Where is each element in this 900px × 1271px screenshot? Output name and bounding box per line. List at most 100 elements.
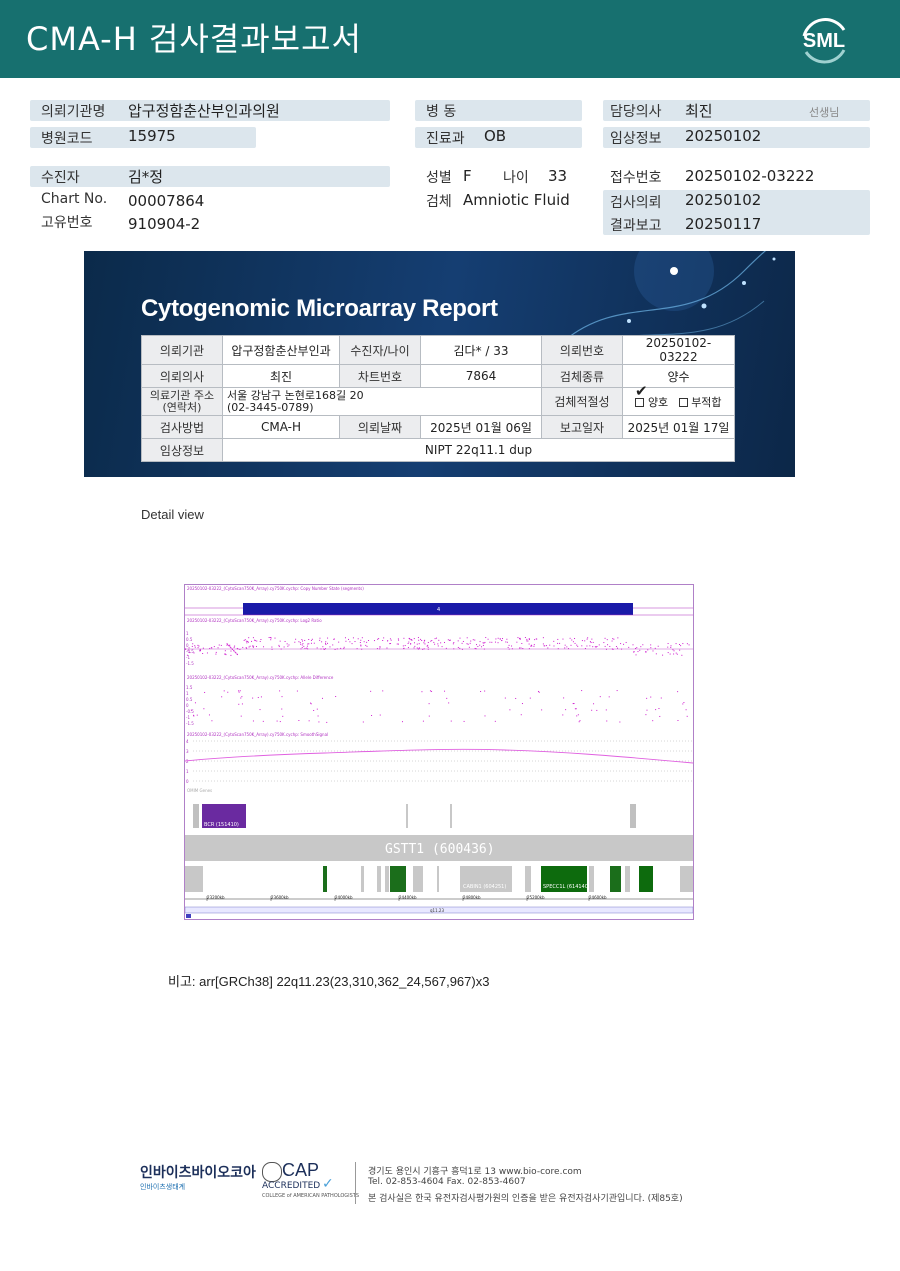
allele-point: [252, 720, 254, 722]
log2-point: [483, 642, 485, 644]
uid-value: 910904-2: [128, 215, 201, 233]
log2-point: [319, 637, 321, 639]
log2-point: [657, 645, 659, 647]
cap-seal-icon: [262, 1162, 282, 1182]
log2-point: [586, 638, 588, 640]
log2-point: [413, 642, 415, 644]
log2-point: [316, 647, 318, 649]
smooth-grid: 4 3 2 1 0: [186, 739, 693, 784]
dept-value: OB: [484, 127, 507, 145]
log2-point: [383, 637, 385, 639]
allele-point: [646, 709, 648, 711]
axis-tick-label: 1: [186, 691, 189, 696]
log2-point: [338, 641, 340, 643]
log2-point: [628, 646, 630, 648]
genomic-axis: 23200kb 23600kb 24000kb 24400kb 24800kb 25200…: [206, 895, 607, 901]
req-label: 검사의뢰: [610, 195, 662, 211]
allele-point: [575, 708, 577, 710]
axis-tick-label: -1.5: [186, 721, 194, 726]
allele-point: [318, 721, 320, 723]
log2-point: [427, 646, 429, 648]
allele-point: [446, 697, 448, 699]
allele-point: [204, 691, 206, 693]
log2-point: [479, 644, 481, 646]
log2-point: [239, 648, 241, 650]
log2-point: [567, 648, 569, 650]
log2-point: [252, 646, 254, 648]
log2-point: [682, 643, 684, 645]
log2-point: [423, 640, 425, 642]
log2-point: [254, 640, 256, 642]
log2-point: [378, 638, 380, 640]
log2-point: [675, 652, 677, 654]
log2-point: [235, 652, 237, 654]
log2-point: [526, 638, 528, 640]
log2-point: [268, 637, 270, 639]
log2-point: [251, 645, 253, 647]
log2-point: [194, 646, 196, 648]
log2-point: [287, 645, 289, 647]
log2-point: [218, 644, 220, 646]
log2-point: [650, 644, 652, 646]
axis-tick-label: 1: [186, 769, 189, 774]
req-value: 20250102: [685, 191, 762, 209]
result-label: 결과보고: [610, 218, 662, 234]
log2-point: [407, 647, 409, 649]
allele-point: [677, 691, 679, 693]
allele-point: [203, 708, 205, 710]
log2-point: [587, 637, 589, 639]
log2-point: [625, 641, 627, 643]
log2-point: [409, 638, 411, 640]
adequacy-cell: ✔ 양호 부적합: [622, 382, 735, 416]
log2-point: [246, 640, 248, 642]
hospital-label: 의뢰기관명: [41, 104, 106, 120]
log2-point: [251, 640, 253, 642]
log2-point: [206, 652, 208, 654]
log2-point: [366, 641, 368, 643]
log2-point: [260, 639, 262, 641]
log2-point: [304, 639, 306, 641]
footer: 인바이츠바이오코아 인바이츠생태계 CAP ACCREDITED ✓ COLLE…: [140, 1160, 700, 1208]
allele-point: [494, 720, 496, 722]
allele-point: [520, 714, 522, 716]
log2-point: [322, 646, 324, 648]
adequacy-bad-box[interactable]: [678, 398, 688, 407]
log2-point: [564, 644, 566, 646]
log2-point: [363, 641, 365, 643]
track-title: 20250102-03222_(CytoScan750K_Array).cy75…: [187, 586, 364, 591]
axis-tick-label: 1: [186, 631, 189, 636]
log2-point: [284, 640, 286, 642]
table-cell: 의뢰기관: [141, 335, 223, 365]
log2-point: [215, 651, 217, 653]
uid-label: 고유번호: [41, 215, 93, 231]
band-label: q11.23: [430, 908, 444, 913]
log2-point: [594, 646, 596, 648]
log2-point: [368, 640, 370, 642]
allele-point: [190, 709, 192, 711]
log2-point: [448, 639, 450, 641]
log2-point: [325, 642, 327, 644]
doctor-suffix: 선생님: [809, 106, 840, 119]
log2-point: [501, 640, 503, 642]
log2-point: [642, 644, 644, 646]
log2-point: [213, 646, 215, 648]
log2-point: [398, 639, 400, 641]
log2-point: [199, 650, 201, 652]
log2-point: [301, 640, 303, 642]
allele-point: [194, 702, 196, 704]
scroll-handle-icon[interactable]: [186, 914, 191, 918]
log2-point: [233, 650, 235, 652]
log2-point: [519, 647, 521, 649]
log2-point: [245, 640, 247, 642]
allele-point: [382, 690, 384, 692]
log2-point: [256, 640, 258, 642]
log2-point: [574, 642, 576, 644]
sex-label: 성별: [426, 170, 452, 186]
checkmark-icon: ✔: [635, 382, 648, 400]
log2-point: [430, 640, 432, 642]
log2-point: [306, 645, 308, 647]
axis-tick-label: 0.5: [186, 697, 193, 702]
log2-point: [547, 647, 549, 649]
log2-point: [253, 645, 255, 647]
axis-tick-label: -1.5: [186, 661, 194, 666]
